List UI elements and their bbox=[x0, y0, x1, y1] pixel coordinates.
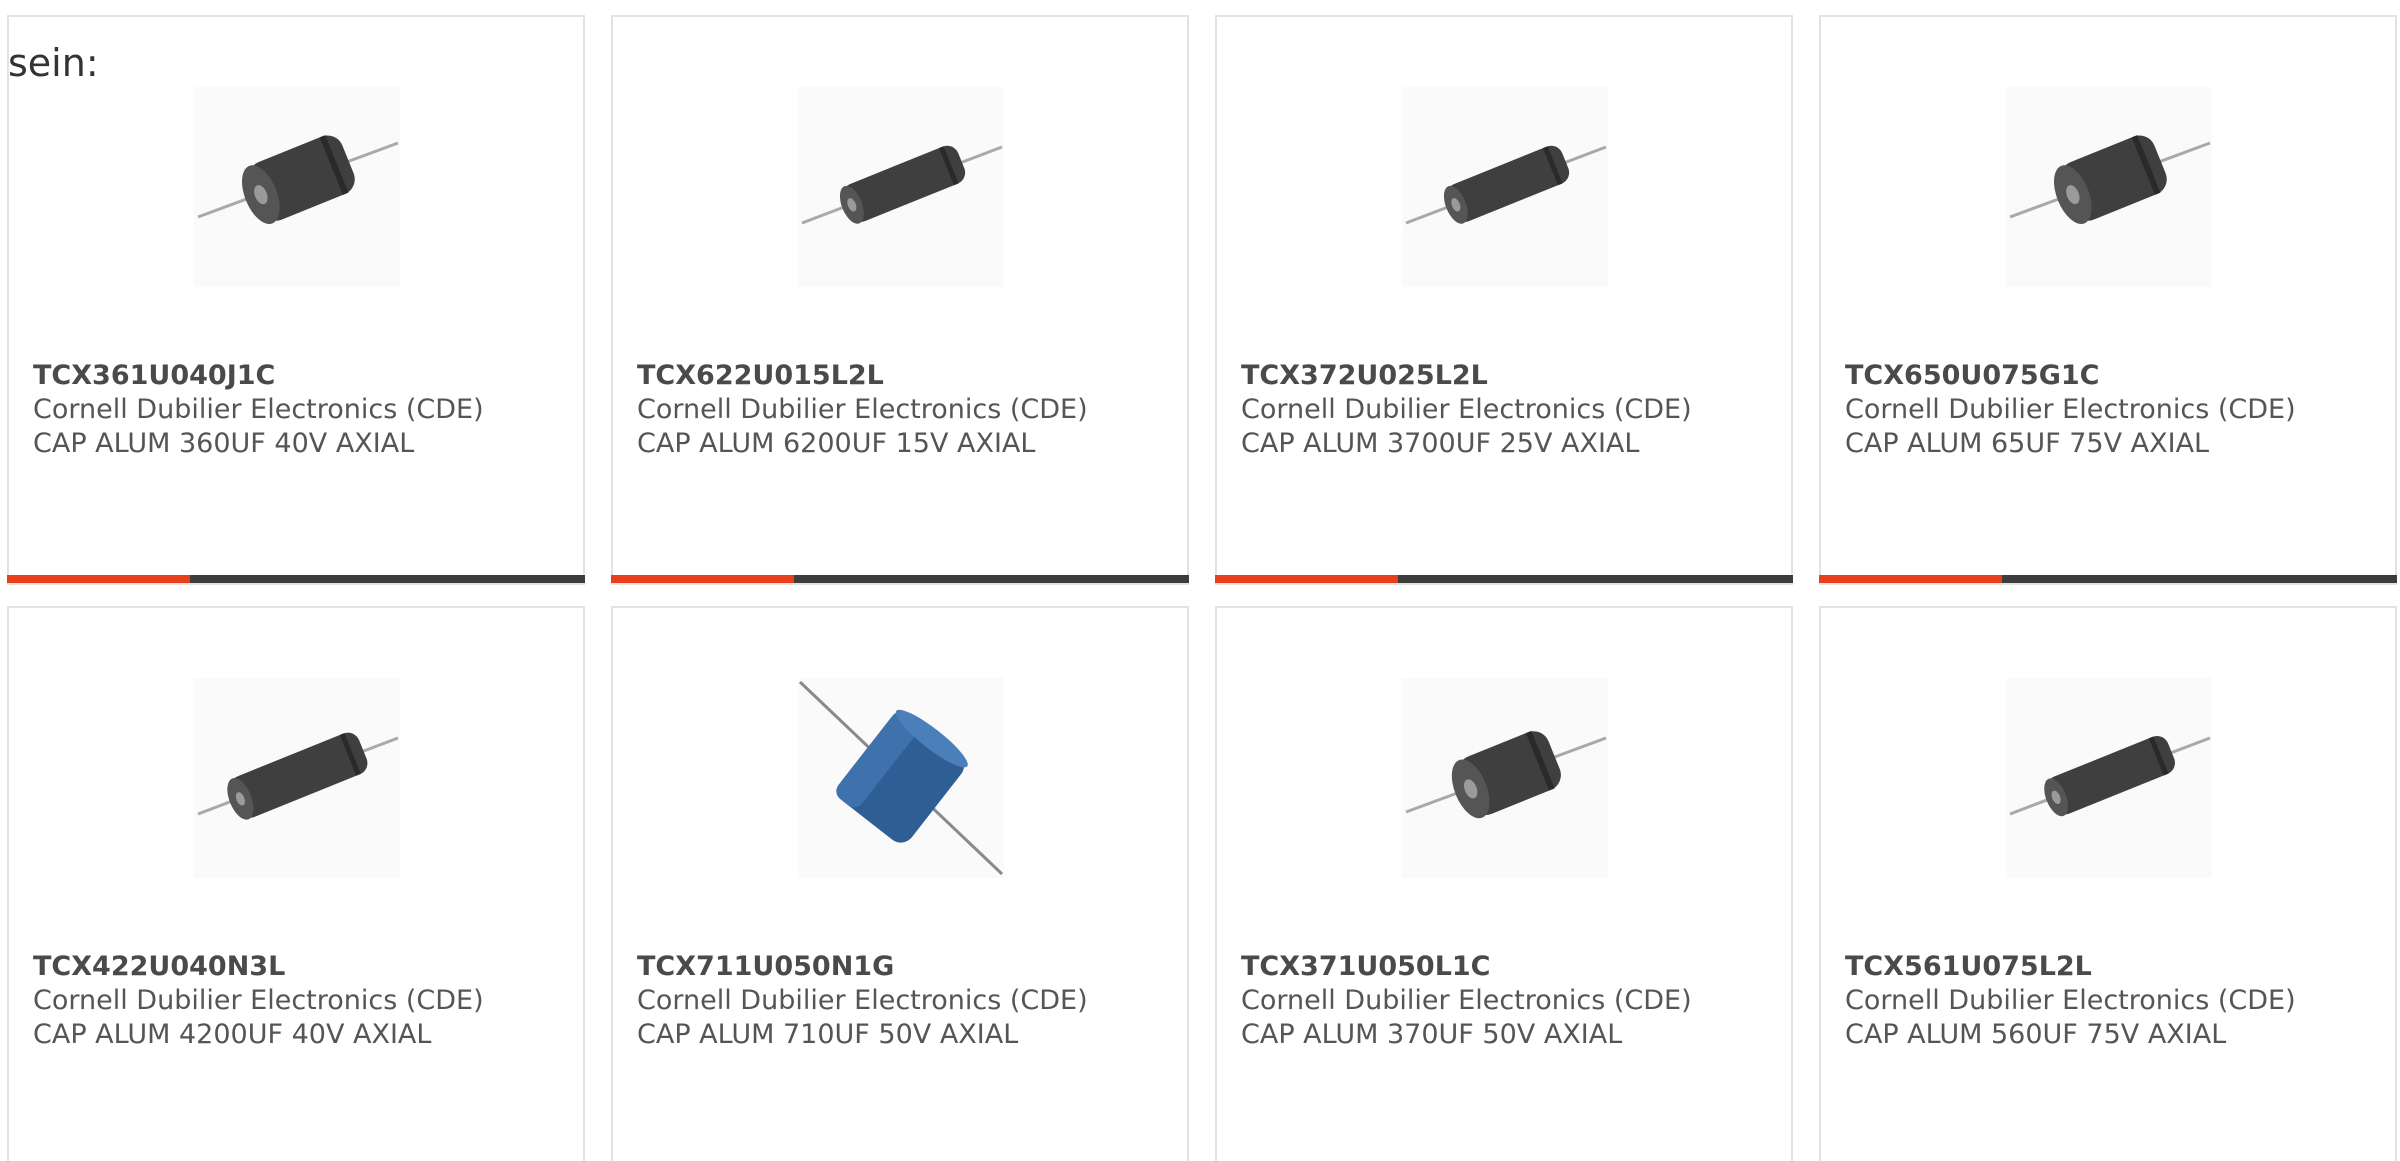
product-image[interactable] bbox=[1402, 87, 1608, 287]
axial-capacitor-icon bbox=[1405, 730, 1607, 819]
manufacturer-text: Cornell Dubilier Electronics (CDE) bbox=[1241, 394, 1692, 425]
product-card[interactable]: TCX561U075L2L Cornell Dubilier Electroni… bbox=[1819, 606, 2397, 1161]
axial-capacitor-icon bbox=[197, 732, 399, 820]
manufacturer-text: Cornell Dubilier Electronics (CDE) bbox=[1845, 985, 2296, 1016]
product-image[interactable] bbox=[2006, 678, 2212, 878]
product-grid-page: sein: TCX361U040J1C Cornell Dubilier Ele… bbox=[0, 0, 2400, 1161]
part-number-link[interactable]: TCX422U040N3L bbox=[33, 950, 573, 984]
product-card[interactable]: TCX622U015L2L Cornell Dubilier Electroni… bbox=[611, 15, 1189, 585]
section-heading: sein: bbox=[8, 41, 99, 85]
manufacturer-text: Cornell Dubilier Electronics (CDE) bbox=[637, 394, 1088, 425]
axial-capacitor-icon bbox=[2009, 135, 2211, 224]
product-card[interactable]: TCX650U075G1C Cornell Dubilier Electroni… bbox=[1819, 15, 2397, 585]
description-text: CAP ALUM 65UF 75V AXIAL bbox=[1845, 428, 2210, 459]
axial-capacitor-icon bbox=[801, 145, 1003, 225]
description-text: CAP ALUM 4200UF 40V AXIAL bbox=[33, 1019, 432, 1050]
part-number-link[interactable]: TCX372U025L2L bbox=[1241, 359, 1781, 393]
product-image[interactable] bbox=[798, 87, 1004, 287]
card-bottom-bar bbox=[611, 575, 1189, 583]
manufacturer-text: Cornell Dubilier Electronics (CDE) bbox=[1845, 394, 2296, 425]
part-number-link[interactable]: TCX561U075L2L bbox=[1845, 950, 2385, 984]
part-number-link[interactable]: TCX650U075G1C bbox=[1845, 359, 2385, 393]
manufacturer-text: Cornell Dubilier Electronics (CDE) bbox=[1241, 985, 1692, 1016]
part-number-link[interactable]: TCX371U050L1C bbox=[1241, 950, 1781, 984]
product-card[interactable]: TCX371U050L1C Cornell Dubilier Electroni… bbox=[1215, 606, 1793, 1161]
manufacturer-text: Cornell Dubilier Electronics (CDE) bbox=[33, 394, 484, 425]
axial-capacitor-icon bbox=[2009, 735, 2211, 817]
part-number-link[interactable]: TCX622U015L2L bbox=[637, 359, 1177, 393]
description-text: CAP ALUM 360UF 40V AXIAL bbox=[33, 428, 415, 459]
product-image[interactable] bbox=[194, 87, 400, 287]
product-image[interactable] bbox=[1402, 678, 1608, 878]
product-card[interactable]: TCX372U025L2L Cornell Dubilier Electroni… bbox=[1215, 15, 1793, 585]
description-text: CAP ALUM 710UF 50V AXIAL bbox=[637, 1019, 1019, 1050]
card-bar-accent bbox=[1215, 575, 1398, 583]
card-bar-accent bbox=[7, 575, 190, 583]
blue-axial-capacitor-icon bbox=[798, 680, 1004, 876]
product-image[interactable] bbox=[194, 678, 400, 878]
product-card[interactable]: TCX711U050N1G Cornell Dubilier Electroni… bbox=[611, 606, 1189, 1161]
card-bottom-bar bbox=[1215, 575, 1793, 583]
manufacturer-text: Cornell Dubilier Electronics (CDE) bbox=[33, 985, 484, 1016]
product-card[interactable]: TCX422U040N3L Cornell Dubilier Electroni… bbox=[7, 606, 585, 1161]
description-text: CAP ALUM 3700UF 25V AXIAL bbox=[1241, 428, 1640, 459]
manufacturer-text: Cornell Dubilier Electronics (CDE) bbox=[637, 985, 1088, 1016]
card-bottom-bar bbox=[1819, 575, 2397, 583]
part-number-link[interactable]: TCX711U050N1G bbox=[637, 950, 1177, 984]
card-bar-accent bbox=[611, 575, 794, 583]
part-number-link[interactable]: TCX361U040J1C bbox=[33, 359, 573, 393]
card-bottom-bar bbox=[7, 575, 585, 583]
product-image[interactable] bbox=[798, 678, 1004, 878]
axial-capacitor-icon bbox=[1405, 145, 1607, 225]
description-text: CAP ALUM 6200UF 15V AXIAL bbox=[637, 428, 1036, 459]
description-text: CAP ALUM 370UF 50V AXIAL bbox=[1241, 1019, 1623, 1050]
product-card[interactable]: TCX361U040J1C Cornell Dubilier Electroni… bbox=[7, 15, 585, 585]
card-bar-accent bbox=[1819, 575, 2002, 583]
product-image[interactable] bbox=[2006, 87, 2212, 287]
description-text: CAP ALUM 560UF 75V AXIAL bbox=[1845, 1019, 2227, 1050]
axial-capacitor-icon bbox=[197, 135, 399, 224]
